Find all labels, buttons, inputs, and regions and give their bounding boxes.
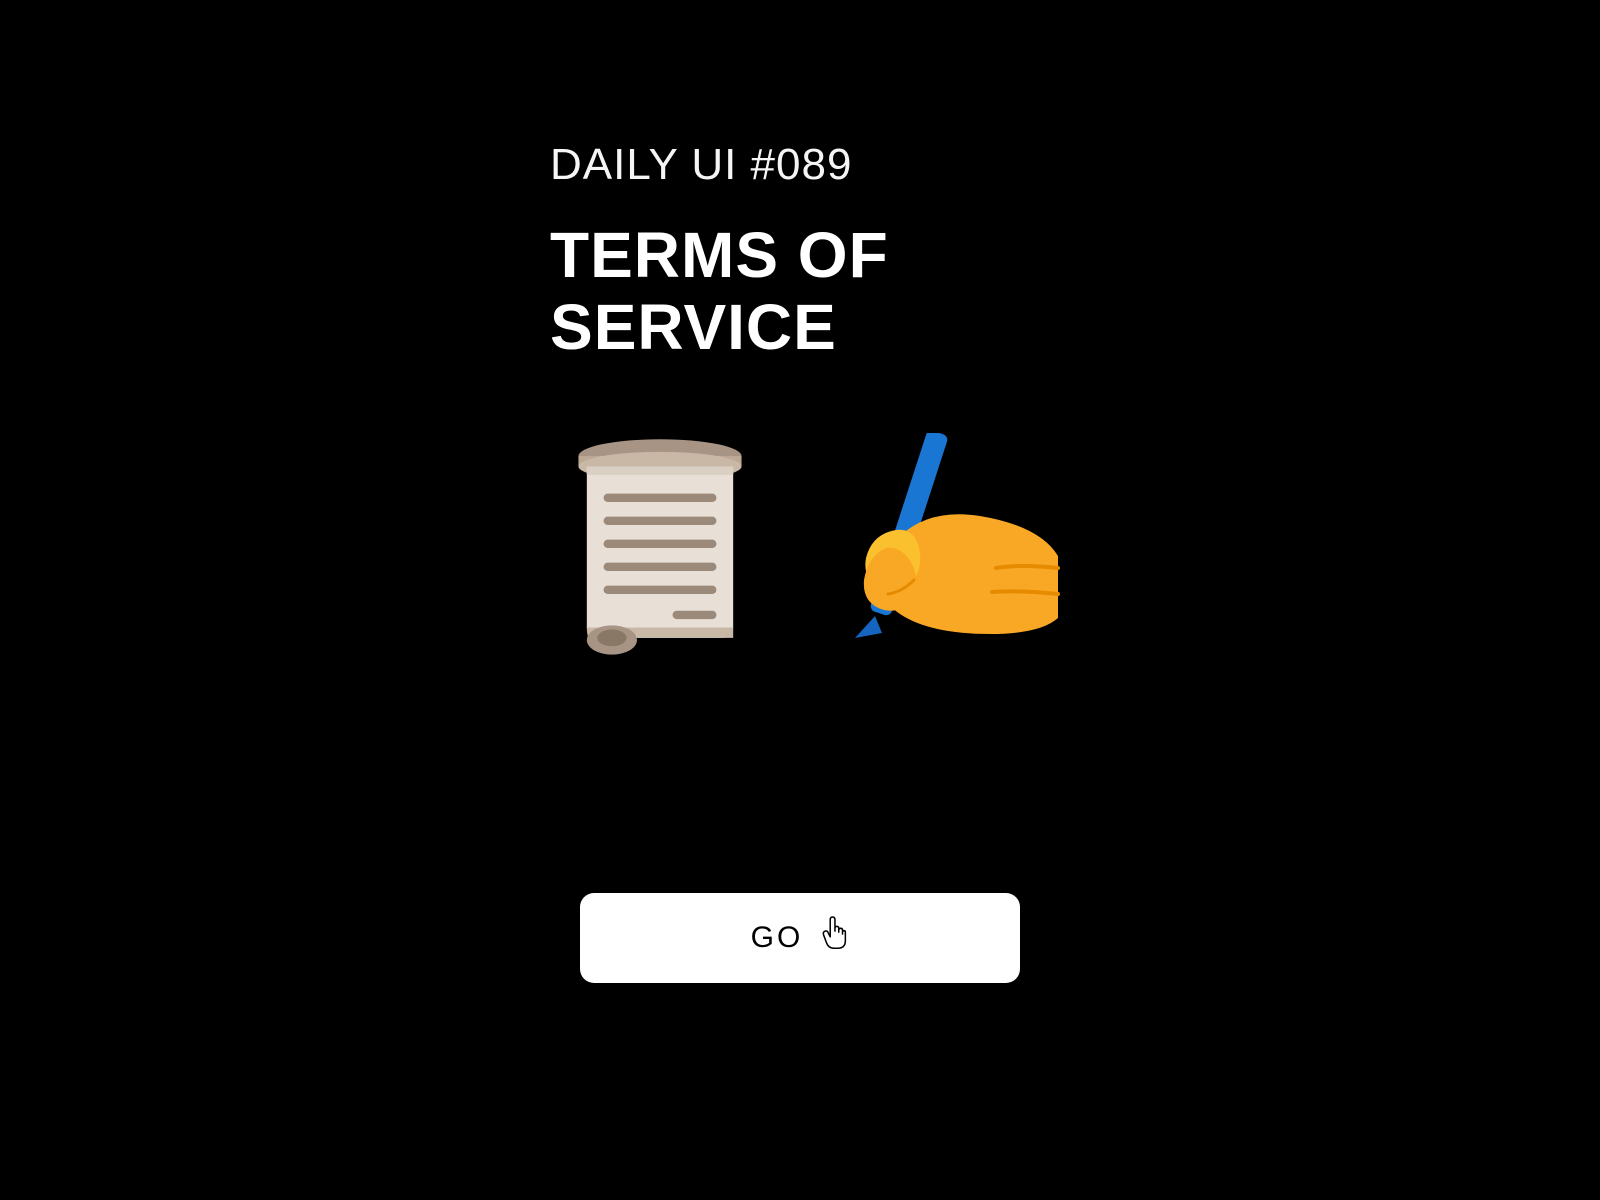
writing-hand-icon (800, 433, 1060, 663)
page-subtitle: DAILY UI #089 (550, 140, 852, 190)
hand-cursor-icon (819, 916, 849, 960)
page-title: TERMS OF SERVICE (550, 220, 1050, 363)
icon-row (560, 433, 1060, 663)
go-button[interactable]: GO (580, 893, 1020, 983)
main-content: DAILY UI #089 TERMS OF SERVICE (550, 140, 1050, 663)
go-button-label: GO (751, 921, 804, 955)
button-area: GO (580, 893, 1020, 983)
scroll-icon (560, 433, 760, 663)
